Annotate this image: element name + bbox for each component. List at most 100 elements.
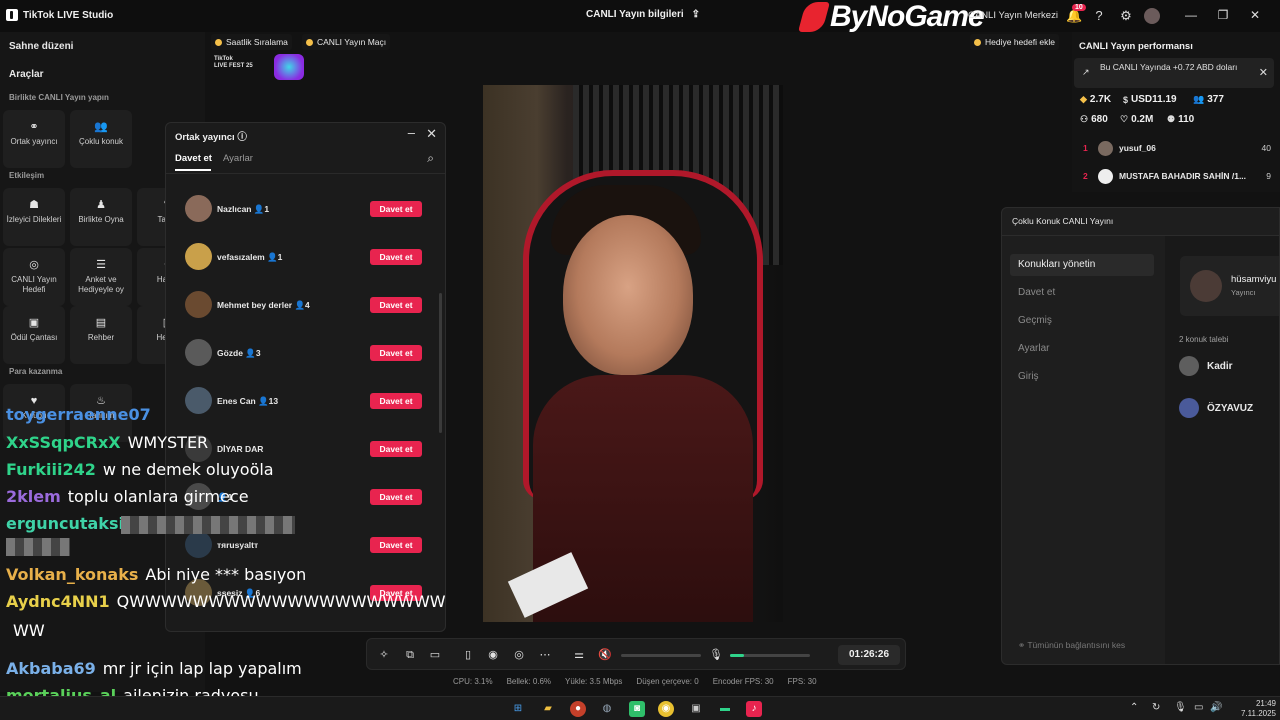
gift-goal-pill[interactable]: Hediye hedefi ekle bbox=[970, 34, 1059, 50]
gifters-value: 110 bbox=[1178, 114, 1195, 125]
mixer-icon[interactable]: ⚌ bbox=[572, 648, 586, 662]
tool-guide[interactable]: ▤ Rehber bbox=[70, 306, 132, 364]
camera-app-icon[interactable]: ▣ bbox=[688, 701, 704, 717]
invite-button[interactable]: Davet et bbox=[370, 489, 422, 505]
gear-icon[interactable]: ⚙ bbox=[1118, 8, 1134, 24]
share-icon[interactable]: ⇪ bbox=[692, 9, 700, 20]
modal-scrollbar[interactable] bbox=[439, 293, 442, 433]
browser-icon[interactable]: ● bbox=[570, 701, 586, 717]
close-icon[interactable]: ✕ bbox=[1259, 66, 1268, 79]
live-center-link[interactable]: CANLI Yayın Merkezi bbox=[968, 10, 1058, 21]
record-icon[interactable]: ◉ bbox=[486, 648, 500, 662]
title-bar: TikTok LIVE Studio CANLI Yayın bilgileri… bbox=[0, 0, 1280, 34]
game-launcher-icon[interactable]: ◙ bbox=[629, 701, 645, 717]
avatar bbox=[1098, 141, 1113, 156]
earn-subheading: Para kazanma bbox=[9, 367, 63, 376]
phone-icon[interactable]: ▯ bbox=[461, 648, 475, 662]
performance-title: CANLI Yayın performansı bbox=[1079, 41, 1193, 52]
guest-request[interactable]: Kadir bbox=[1179, 356, 1279, 378]
tool-reward-bag[interactable]: ▣ Ödül Çantası bbox=[3, 306, 65, 364]
nav-manage-guests[interactable]: Konukları yönetin bbox=[1010, 254, 1154, 276]
minimize-icon[interactable]: – bbox=[408, 125, 415, 140]
invite-button[interactable]: Davet et bbox=[370, 249, 422, 265]
guest-request[interactable]: ÖZYAVUZ bbox=[1179, 398, 1279, 420]
cohost-row: Enes Can 👤13 Davet et bbox=[185, 387, 422, 415]
nav-invite[interactable]: Davet et bbox=[1010, 282, 1154, 304]
rank-value: 9 bbox=[1266, 171, 1271, 181]
minimize-icon[interactable]: — bbox=[1183, 8, 1199, 22]
sync-icon[interactable]: ↻ bbox=[1152, 702, 1160, 713]
cohost-name: Nazlıcan 👤1 bbox=[217, 204, 270, 214]
speaker-volume-slider[interactable] bbox=[621, 654, 701, 657]
ranking-row[interactable]: 2 MUSTAFA BAHADIR SAHİN /1... 9 bbox=[1079, 168, 1274, 186]
tools-heading: Araçlar bbox=[9, 69, 44, 80]
host-name: hüsamviyu bbox=[1231, 274, 1277, 285]
host-role: Yayıncı bbox=[1231, 288, 1256, 297]
chat-text: WW bbox=[13, 621, 45, 640]
system-clock[interactable]: 21:49 7.11.2025 bbox=[1230, 699, 1276, 719]
tool-viewer-wishes[interactable]: ☗ İzleyici Dilekleri bbox=[3, 188, 65, 246]
invite-button[interactable]: Davet et bbox=[370, 537, 422, 553]
tool-label: CANLI Yayın Hedefi bbox=[11, 275, 57, 294]
profile-avatar[interactable] bbox=[1144, 8, 1160, 24]
layout-icon[interactable]: ⧉ bbox=[403, 648, 417, 662]
volume-icon[interactable]: 🔊 bbox=[1210, 702, 1222, 713]
file-explorer-icon[interactable]: ▰ bbox=[540, 701, 556, 717]
scene-heading[interactable]: Sahne düzeni bbox=[9, 41, 73, 52]
nav-history[interactable]: Geçmiş bbox=[1010, 310, 1154, 332]
steam-icon[interactable]: ◍ bbox=[599, 701, 615, 717]
invite-button[interactable]: Davet et bbox=[370, 201, 422, 217]
tab-settings[interactable]: Ayarlar bbox=[223, 153, 253, 164]
mic-volume-slider[interactable] bbox=[730, 654, 810, 657]
host-card[interactable]: hüsamviyu Yayıncı bbox=[1180, 256, 1279, 316]
cohost-row: vefasızalem 👤1 Davet et bbox=[185, 243, 422, 271]
terminal-icon[interactable]: ▬ bbox=[717, 701, 733, 717]
tiktok-studio-icon[interactable]: ♪ bbox=[746, 701, 762, 717]
coin-icon bbox=[306, 38, 313, 46]
microphone-icon[interactable]: 🎙 bbox=[709, 648, 723, 662]
users-icon: 👥 bbox=[94, 121, 108, 133]
tool-poll[interactable]: ☰ Anket ve Hediyeyle oy bbox=[70, 248, 132, 306]
tool-play-together[interactable]: ♟ Birlikte Oyna bbox=[70, 188, 132, 246]
camera-effect-icon[interactable]: ◎ bbox=[512, 648, 526, 662]
clock-date: 7.11.2025 bbox=[1241, 709, 1276, 718]
info-icon[interactable]: ⓘ bbox=[237, 132, 247, 143]
usd-stat: $ USD11.19 bbox=[1123, 94, 1177, 105]
more-icon[interactable]: ⋯ bbox=[538, 648, 552, 662]
mic-tray-icon[interactable]: 🎙 bbox=[1174, 702, 1187, 713]
invite-button[interactable]: Davet et bbox=[370, 345, 422, 361]
chrome-icon[interactable]: ◉ bbox=[658, 701, 674, 717]
close-icon[interactable]: ✕ bbox=[1247, 8, 1263, 22]
earnings-note-text: Bu CANLI Yayında +0.72 ABD doları bbox=[1100, 62, 1238, 72]
invite-button[interactable]: Davet et bbox=[370, 297, 422, 313]
invite-button[interactable]: Davet et bbox=[370, 441, 422, 457]
ranking-row[interactable]: 1 yusuf_06 40 bbox=[1079, 140, 1274, 158]
nav-login[interactable]: Giriş bbox=[1010, 366, 1154, 388]
tool-live-goal[interactable]: ◎ CANLI Yayın Hedefi bbox=[3, 248, 65, 306]
hourly-rank-pill[interactable]: Saatlik Sıralama bbox=[211, 34, 292, 50]
close-icon[interactable]: ✕ bbox=[426, 126, 437, 142]
help-icon[interactable]: ? bbox=[1091, 8, 1107, 24]
display-icon[interactable]: ▭ bbox=[1194, 702, 1203, 713]
maximize-icon[interactable]: ❐ bbox=[1215, 8, 1231, 22]
tool-multi-guest[interactable]: 👥 Çoklu konuk bbox=[70, 110, 132, 168]
chevron-up-icon[interactable]: ⌃ bbox=[1130, 702, 1138, 713]
speaker-muted-icon[interactable]: 🔇 bbox=[598, 648, 612, 662]
disconnect-all-button[interactable]: ⚭ Tümünün bağlantısını kes bbox=[1018, 640, 1125, 651]
tool-cohost[interactable]: ⚭ Ortak yayıncı bbox=[3, 110, 65, 168]
watermark-text: ByNoGame bbox=[830, 0, 985, 33]
live-match-pill[interactable]: CANLI Yayın Maçı bbox=[302, 34, 391, 50]
watermark-logo: ByNoGame bbox=[797, 0, 985, 34]
nav-settings[interactable]: Ayarlar bbox=[1010, 338, 1154, 360]
screen-icon[interactable]: ▭ bbox=[428, 648, 442, 662]
magic-effects-icon[interactable]: ✧ bbox=[377, 648, 391, 662]
viewers-icon: 👥 bbox=[1193, 94, 1205, 104]
live-info-title[interactable]: CANLI Yayın bilgileri ⇪ bbox=[586, 9, 700, 20]
windows-start-icon[interactable]: ⊞ bbox=[510, 701, 526, 717]
viewers-value: 377 bbox=[1207, 94, 1224, 105]
notification-badge: 10 bbox=[1072, 4, 1086, 11]
tab-invite[interactable]: Davet et bbox=[175, 153, 212, 171]
live-info-title-text: CANLI Yayın bilgileri bbox=[586, 9, 684, 20]
search-icon[interactable]: ⌕ bbox=[427, 151, 434, 166]
invite-button[interactable]: Davet et bbox=[370, 393, 422, 409]
